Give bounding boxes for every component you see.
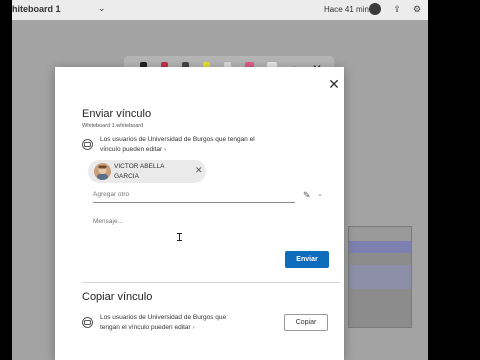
share-icon[interactable]: ⇪ xyxy=(392,4,402,14)
file-name: Whiteboard 1.whiteboard xyxy=(82,123,144,129)
board-title[interactable]: hiteboard 1 xyxy=(12,4,61,14)
recipient-name-line-1: VICTOR ABELLA xyxy=(114,163,165,170)
permission-line-2: vínculo pueden editar xyxy=(100,146,163,153)
recipient-name-line-2: GARCIA xyxy=(114,173,139,180)
globe-icon xyxy=(82,139,93,150)
permission-line-1: Los usuarios de Universidad de Burgos qu… xyxy=(100,136,255,143)
chevron-right-icon: › xyxy=(163,146,167,153)
recipient-chip[interactable]: VICTOR ABELLA GARCIA ✕ xyxy=(88,160,206,183)
message-input[interactable] xyxy=(93,212,323,230)
copy-permission-line-2: tengan el vínculo pueden editar xyxy=(100,324,191,331)
close-icon[interactable]: ✕ xyxy=(327,77,341,91)
panel-header xyxy=(349,227,411,241)
add-recipient-input[interactable] xyxy=(93,187,295,203)
app-window: hiteboard 1 ⌄ Hace 41 min ⇪ ⚙ ◌ ✕ ✕ Envi… xyxy=(12,0,428,360)
panel-block xyxy=(349,265,411,289)
send-link-dialog: ✕ Enviar vínculo Whiteboard 1.whiteboard… xyxy=(55,67,344,360)
gear-icon[interactable]: ⚙ xyxy=(412,4,422,14)
last-updated: Hace 41 min xyxy=(324,5,369,14)
title-bar: hiteboard 1 ⌄ Hace 41 min ⇪ ⚙ xyxy=(12,0,428,20)
send-button[interactable]: Enviar xyxy=(285,251,329,268)
copy-button[interactable]: Copiar xyxy=(284,314,328,331)
avatar[interactable] xyxy=(369,3,381,15)
recipient-name: VICTOR ABELLA GARCIA xyxy=(114,162,178,182)
divider xyxy=(82,282,340,283)
chevron-right-icon: › xyxy=(192,324,195,331)
dialog-title: Enviar vínculo xyxy=(82,108,152,120)
chevron-down-icon[interactable]: ⌄ xyxy=(317,190,323,198)
chevron-down-icon[interactable]: ⌄ xyxy=(98,3,106,14)
copy-permission-line-1: Los usuarios de Universidad de Burgos qu… xyxy=(100,314,227,321)
copy-link-title: Copiar vínculo xyxy=(82,291,153,303)
pencil-icon[interactable]: ✎ xyxy=(303,190,311,201)
side-panel xyxy=(348,226,412,328)
panel-title-strip xyxy=(349,241,411,253)
permission-setting[interactable]: Los usuarios de Universidad de Burgos qu… xyxy=(100,135,255,155)
avatar xyxy=(94,163,111,180)
remove-recipient-icon[interactable]: ✕ xyxy=(195,165,203,175)
globe-icon xyxy=(82,317,93,328)
copy-permission-setting[interactable]: Los usuarios de Universidad de Burgos qu… xyxy=(100,313,226,333)
text-cursor-icon xyxy=(177,233,182,241)
